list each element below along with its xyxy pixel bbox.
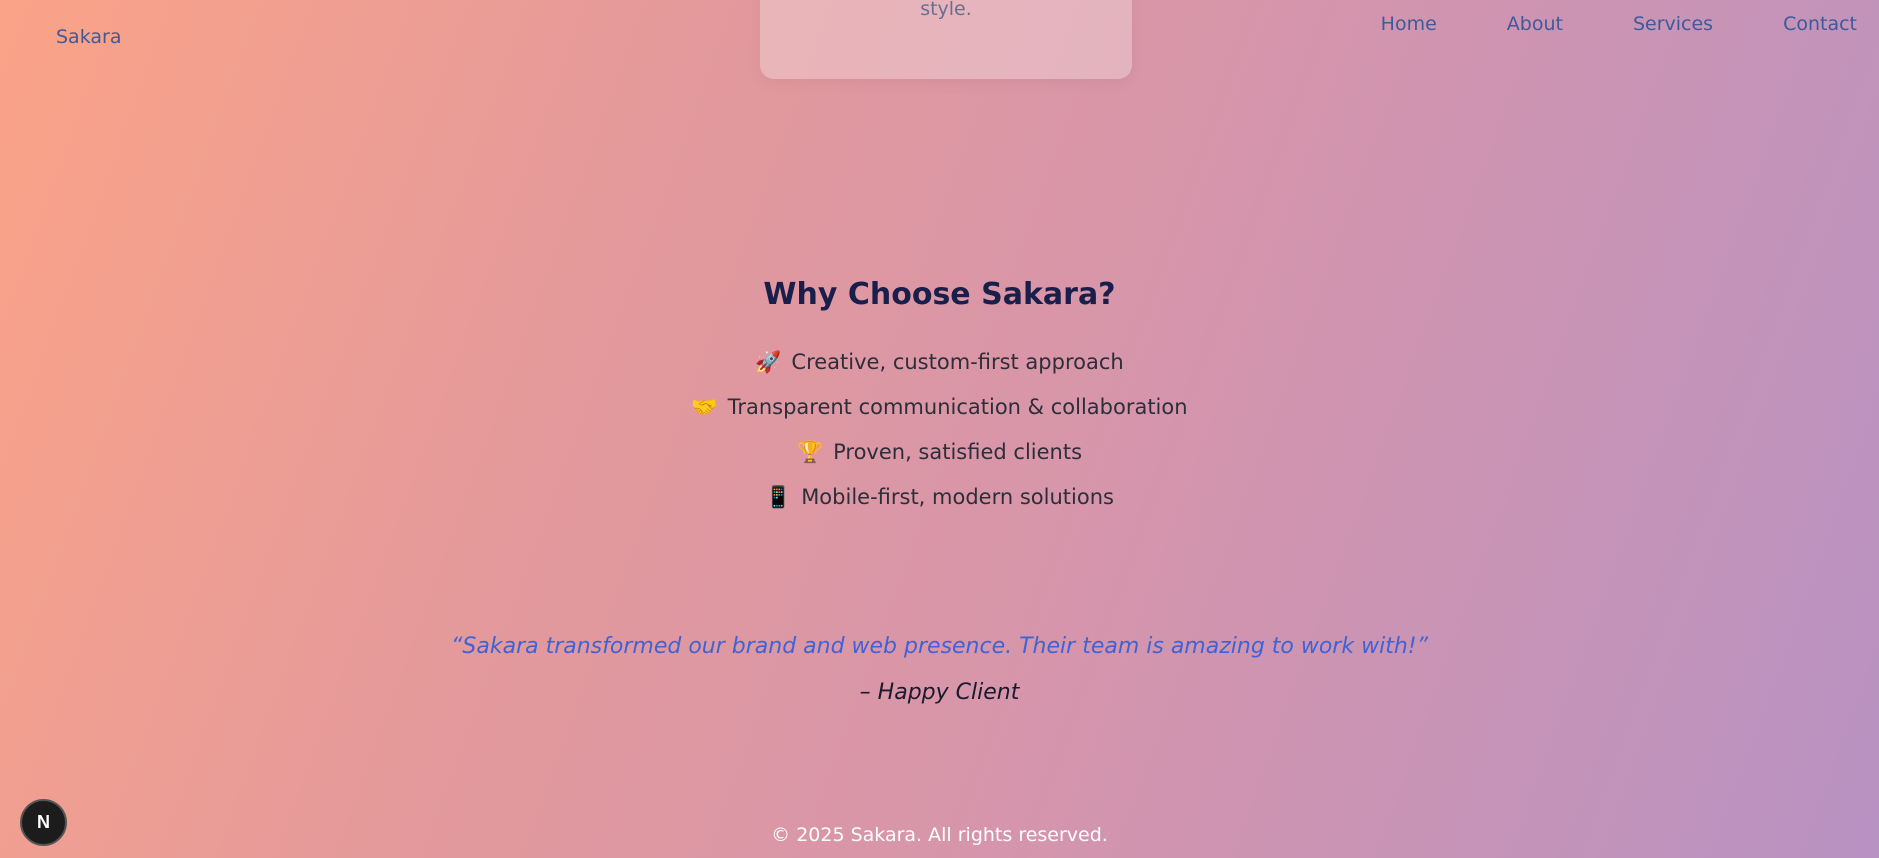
mobile-phone-icon: 📱 — [765, 485, 792, 509]
nav-home-link[interactable]: Home — [1381, 12, 1437, 36]
list-item: 🚀 Creative, custom-first approach — [0, 340, 1879, 385]
list-item: 🤝 Transparent communication & collaborati… — [0, 385, 1879, 430]
nextjs-dev-indicator-button[interactable]: N — [20, 799, 67, 846]
why-choose-title: Why Choose Sakara? — [763, 277, 1116, 312]
testimonial-section: “Sakara transformed our brand and web pr… — [0, 632, 1879, 708]
main-nav: Home About Services Contact — [1381, 12, 1857, 36]
nav-about-link[interactable]: About — [1507, 12, 1563, 36]
service-card-text: style. — [920, 0, 972, 20]
list-item-text: Mobile-first, modern solutions — [801, 485, 1114, 509]
nav-services-link[interactable]: Services — [1633, 12, 1713, 36]
brand-logo-link[interactable]: Sakara — [56, 26, 121, 48]
handshake-icon: 🤝 — [691, 395, 718, 419]
testimonial-author: – Happy Client — [859, 680, 1020, 705]
list-item: 📱 Mobile-first, modern solutions — [0, 475, 1879, 520]
rocket-icon: 🚀 — [755, 350, 782, 374]
list-item-text: Proven, satisfied clients — [833, 440, 1083, 464]
testimonial-quote: “Sakara transformed our brand and web pr… — [451, 634, 1428, 659]
trophy-icon: 🏆 — [796, 440, 824, 464]
list-item-text: Creative, custom-first approach — [791, 350, 1124, 374]
service-card: style. — [760, 0, 1132, 79]
list-item-text: Transparent communication & collaboratio… — [727, 395, 1188, 419]
list-item: 🏆 Proven, satisfied clients — [0, 430, 1879, 475]
footer-copyright: © 2025 Sakara. All rights reserved. — [771, 824, 1108, 846]
why-choose-list: 🚀 Creative, custom-first approach 🤝 Transp… — [0, 340, 1879, 520]
why-choose-section: Why Choose Sakara? 🚀 Creative, custom-fir… — [0, 276, 1879, 520]
nav-contact-link[interactable]: Contact — [1783, 12, 1857, 36]
